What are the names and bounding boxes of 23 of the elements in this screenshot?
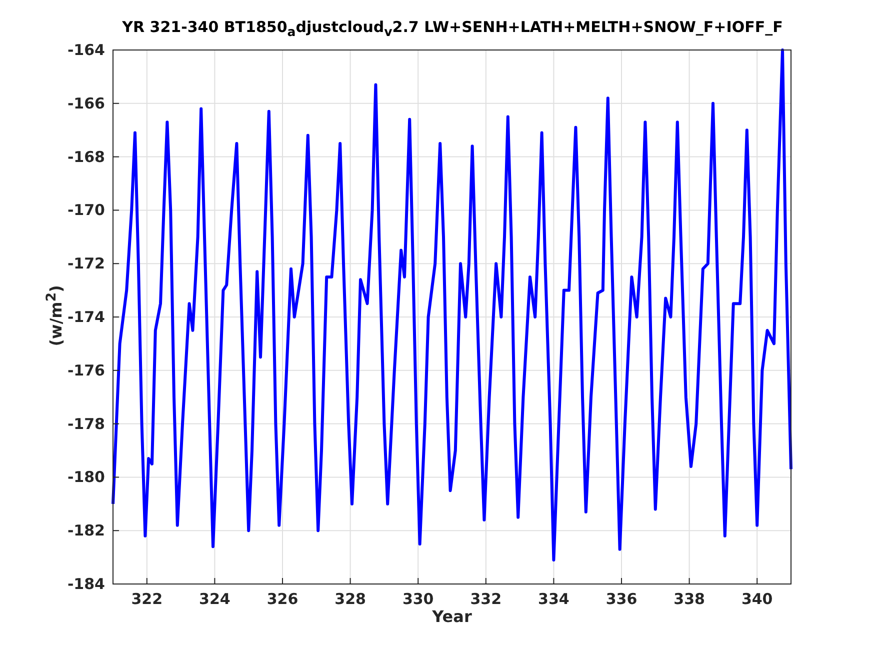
tick-label: -174 [67,308,105,326]
tick-label: 322 [131,590,163,608]
tick-label: 332 [470,590,502,608]
tick-label: 326 [266,590,298,608]
tick-label: 334 [538,590,570,608]
axis-label: Year [431,607,473,626]
tick-label: 330 [402,590,434,608]
tick-label: -180 [67,468,105,486]
tick-label: -168 [67,148,105,166]
tick-label: -178 [67,414,105,433]
tick-label: -170 [67,201,105,220]
tick-label: -164 [67,41,105,59]
chart-title: YR 321-340 BT1850$_{a}$djustcloud$_{v}$2.7 LW+SENH+LATH+MELTH+SNOW_F+IOFF_F [121,18,784,39]
tick-label: -166 [67,94,105,112]
tick-label: -176 [67,361,105,380]
tick-label: -172 [67,254,105,273]
tick-label: -184 [67,575,105,593]
tick-label: 338 [674,590,705,608]
tick-label: 324 [199,590,230,608]
tick-label: 336 [606,590,638,608]
tick-label: 340 [741,590,773,608]
tick-label: -182 [67,522,105,540]
tick-label: 328 [334,590,366,608]
